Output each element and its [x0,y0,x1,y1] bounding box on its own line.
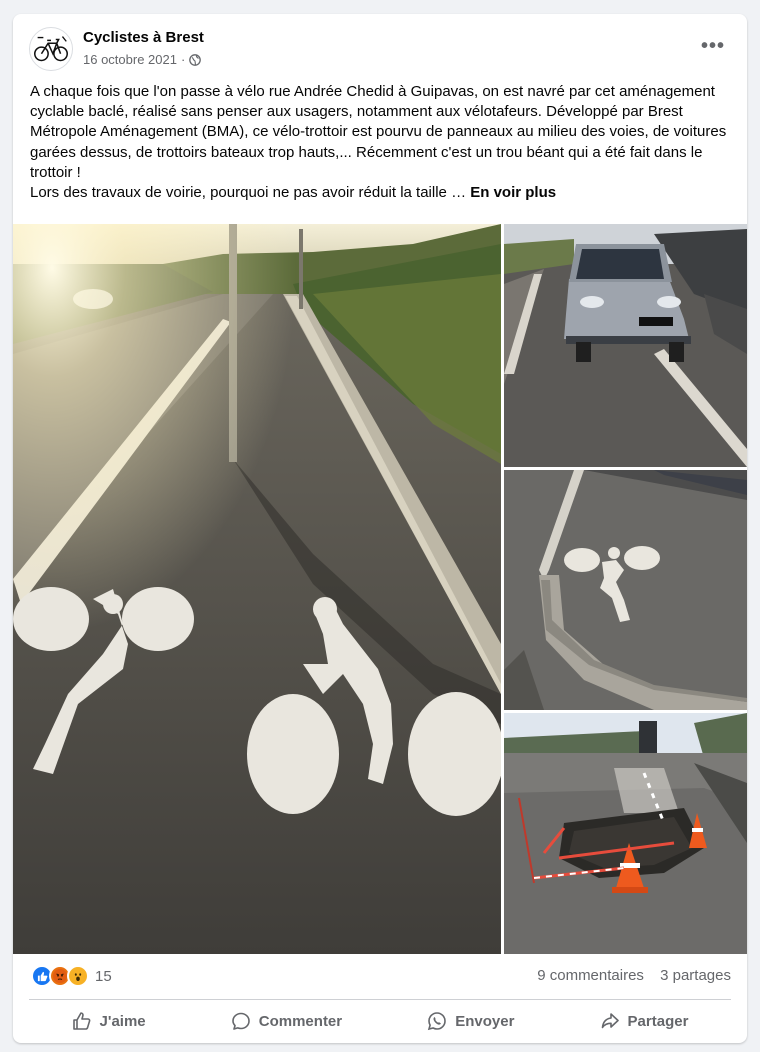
post-text-truncated: Lors des travaux de voirie, pourquoi ne … [30,183,735,203]
share-button[interactable]: Partager [584,1005,705,1037]
post-header: Cyclistes à Brest 16 octobre 2021 · ••• [13,14,747,84]
wow-icon [67,965,89,987]
post-text-last-line: Lors des travaux de voirie, pourquoi ne … [30,184,467,202]
post-actions: J'aime Commenter Envoyer Partager [29,1002,731,1040]
like-label: J'aime [99,1012,146,1030]
post-date[interactable]: 16 octobre 2021 [83,52,177,67]
globe-icon [189,53,202,66]
share-icon [601,1013,619,1029]
reactions-summary[interactable]: 15 [31,965,112,987]
photo-bike-marking-curb[interactable] [504,470,747,710]
comment-label: Commenter [258,1012,343,1030]
photo-hole-roadworks[interactable] [504,713,747,954]
more-options-icon[interactable]: ••• [695,34,731,58]
share-label: Partager [627,1012,689,1030]
page-name[interactable]: Cyclistes à Brest [83,29,204,46]
bicycle-logo-icon [34,36,68,62]
reaction-count: 15 [95,967,112,985]
see-more-link[interactable]: En voir plus [470,184,556,201]
post-text: A chaque fois que l'on passe à vélo rue … [30,82,735,203]
send-button[interactable]: Envoyer [411,1005,530,1037]
post-text-paragraph: A chaque fois que l'on passe à vélo rue … [30,83,727,181]
comment-icon [231,1012,250,1030]
engagement-counts: 9 commentaires 3 partages [537,967,731,984]
comments-count[interactable]: 9 commentaires [537,967,644,984]
send-label: Envoyer [455,1012,515,1030]
comment-button[interactable]: Commenter [215,1005,358,1037]
photo-grid [13,224,747,954]
post-card: Cyclistes à Brest 16 octobre 2021 · ••• … [13,14,747,1043]
whatsapp-icon [428,1012,447,1031]
meta-separator: · [180,52,186,67]
shares-count[interactable]: 3 partages [660,967,731,984]
post-stats: 15 9 commentaires 3 partages [13,959,747,989]
thumbs-up-icon [72,1012,90,1030]
photo-parked-car[interactable] [504,224,747,467]
actions-divider [29,999,731,1000]
like-button[interactable]: J'aime [56,1005,162,1037]
page-avatar[interactable] [29,27,73,71]
photo-bike-lane-sunset[interactable] [13,224,501,954]
post-meta: 16 octobre 2021 · [83,52,202,67]
